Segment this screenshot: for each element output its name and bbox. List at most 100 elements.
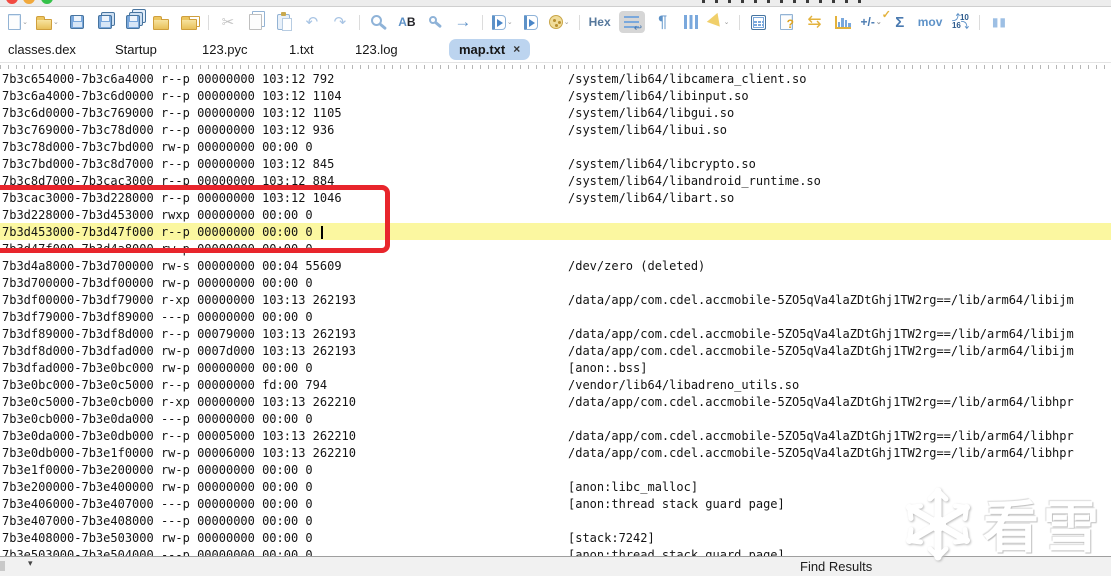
replace-button[interactable]: AB — [397, 11, 417, 33]
save-button[interactable] — [67, 11, 87, 33]
map-line-path: [anon:.bss] — [568, 360, 648, 375]
map-line[interactable]: 7b3cac3000-7b3d228000 r--p 00000000 103:… — [2, 189, 1111, 206]
map-line-path: [stack:7242] — [568, 530, 655, 545]
highlight-button[interactable]: ⌄ — [706, 11, 730, 33]
mov-button[interactable]: mov — [918, 11, 943, 33]
macro-play-icon — [491, 14, 506, 30]
base-convert-button[interactable]: ⤴10 16⤵ — [950, 11, 970, 33]
folder-stack-icon — [180, 15, 197, 30]
toolbar-separator — [738, 14, 740, 30]
map-line-path: /dev/zero (deleted) — [568, 258, 706, 273]
tab-123-pyc[interactable]: 123.pyc — [202, 39, 248, 60]
sum-button[interactable]: ✓ Σ — [882, 9, 910, 33]
toolbar-separator — [358, 14, 360, 30]
close-all-files-button[interactable] — [179, 11, 199, 33]
replace-icon: A — [398, 15, 407, 29]
map-line[interactable]: 7b3e407000-7b3e408000 ---p 00000000 00:0… — [2, 512, 1111, 529]
map-line[interactable]: 7b3d228000-7b3d453000 rwxp 00000000 00:0… — [2, 206, 1111, 223]
macro-play-button[interactable]: ⌄ — [491, 11, 513, 33]
scripts-button[interactable]: ⌄ — [548, 11, 570, 33]
map-line-path: /system/lib64/libinput.so — [568, 88, 749, 103]
show-invisibles-button[interactable]: ¶ — [653, 11, 673, 33]
map-line[interactable]: 7b3c78d000-7b3c7bd000 rw-p 00000000 00:0… — [2, 138, 1111, 155]
map-line[interactable]: 7b3e0cb000-7b3e0da000 ---p 00000000 00:0… — [2, 410, 1111, 427]
redo-button[interactable]: ↷ — [330, 11, 350, 33]
map-line-path: /vendor/lib64/libadreno_utils.so — [568, 377, 800, 392]
plus-minus-icon: +/- — [860, 15, 875, 29]
paste-button[interactable] — [274, 11, 294, 33]
map-line[interactable]: 7b3c7bd000-7b3c8d7000 r--p 00000000 103:… — [2, 155, 1111, 172]
column-mode-button[interactable] — [681, 11, 701, 33]
map-line[interactable]: 7b3d47f000-7b3d4a8000 rw-p 00000000 00:0… — [2, 240, 1111, 257]
scripts-icon — [548, 15, 563, 29]
map-line[interactable]: 7b3e200000-7b3e400000 rw-p 00000000 00:0… — [2, 478, 1111, 495]
map-line[interactable]: 7b3e503000-7b3e504000 ---p 00000000 00:0… — [2, 546, 1111, 557]
map-line-path: /system/lib64/libgui.so — [568, 105, 735, 120]
histogram-button[interactable] — [833, 11, 853, 33]
hex-mode-button[interactable]: Hex — [589, 11, 611, 33]
text-cursor — [320, 225, 323, 239]
map-line[interactable]: 7b3e0da000-7b3e0db000 r--p 00005000 103:… — [2, 427, 1111, 444]
map-line[interactable]: 7b3c8d7000-7b3cac3000 r--p 00000000 103:… — [2, 172, 1111, 189]
status-dropdown-icon[interactable]: ▾ — [28, 558, 33, 569]
open-file-button[interactable]: ⌄ — [36, 11, 59, 33]
map-line[interactable]: 7b3d700000-7b3df00000 rw-p 00000000 00:0… — [2, 274, 1111, 291]
find-in-files-button[interactable] — [425, 11, 445, 33]
map-line-path: /data/app/com.cdel.accmobile-5ZO5qVa4laZ… — [568, 292, 1074, 307]
calculator-button[interactable] — [749, 11, 769, 33]
close-window-button[interactable] — [6, 0, 18, 4]
save-as-button[interactable] — [95, 11, 115, 33]
map-line[interactable]: 7b3e1f0000-7b3e200000 rw-p 00000000 00:0… — [2, 461, 1111, 478]
tab-startup[interactable]: Startup — [115, 39, 157, 60]
tab-123-log[interactable]: 123.log — [355, 39, 398, 60]
map-line[interactable]: 7b3c6a4000-7b3c6d0000 r--p 00000000 103:… — [2, 87, 1111, 104]
map-line[interactable]: 7b3e0db000-7b3e1f0000 rw-p 00006000 103:… — [2, 444, 1111, 461]
map-line-path: /system/lib64/libart.so — [568, 190, 735, 205]
menu-bar-remnant — [702, 0, 862, 3]
map-line[interactable]: 7b3c654000-7b3c6a4000 r--p 00000000 103:… — [2, 70, 1111, 87]
map-line[interactable]: 7b3dfad000-7b3e0bc000 rw-p 00000000 00:0… — [2, 359, 1111, 376]
pause-button[interactable]: ▮▮ — [989, 11, 1009, 33]
check-icon: ✓ — [881, 9, 891, 21]
copy-button[interactable] — [246, 11, 266, 33]
map-line-path: /data/app/com.cdel.accmobile-5ZO5qVa4laZ… — [568, 445, 1074, 460]
pause-icon: ▮▮ — [991, 15, 1008, 29]
map-line[interactable]: 7b3c6d0000-7b3c769000 r--p 00000000 103:… — [2, 104, 1111, 121]
word-wrap-button[interactable] — [618, 11, 645, 34]
undo-button[interactable]: ↶ — [302, 11, 322, 33]
map-line[interactable]: 7b3d4a8000-7b3d700000 rw-s 00000000 00:0… — [2, 257, 1111, 274]
map-line[interactable]: 7b3d453000-7b3d47f000 r--p 00000000 00:0… — [0, 223, 1111, 240]
tab-map-txt[interactable]: map.txt × — [449, 39, 531, 60]
find-results-label[interactable]: Find Results — [800, 559, 872, 574]
map-line[interactable]: 7b3c769000-7b3c78d000 r--p 00000000 103:… — [2, 121, 1111, 138]
map-line[interactable]: 7b3df00000-7b3df79000 r-xp 00000000 103:… — [2, 291, 1111, 308]
minimize-window-button[interactable] — [23, 0, 35, 4]
redo-icon: ↷ — [333, 14, 347, 31]
close-tab-icon[interactable]: × — [513, 39, 520, 60]
map-line[interactable]: 7b3e0bc000-7b3e0c5000 r--p 00000000 fd:0… — [2, 376, 1111, 393]
cut-button[interactable]: ✂ — [218, 11, 238, 33]
find-button[interactable] — [369, 11, 389, 33]
compare-files-button[interactable]: ⇆ — [805, 11, 825, 33]
map-line[interactable]: 7b3e0c5000-7b3e0cb000 r-xp 00000000 103:… — [2, 393, 1111, 410]
map-line[interactable]: 7b3df8d000-7b3dfad000 rw-p 0007d000 103:… — [2, 342, 1111, 359]
map-line[interactable]: 7b3df79000-7b3df89000 ---p 00000000 00:0… — [2, 308, 1111, 325]
editor[interactable]: 7b3c654000-7b3c6a4000 r--p 00000000 103:… — [0, 70, 1111, 556]
increment-button[interactable]: +/- ⌄ — [861, 11, 882, 33]
map-line[interactable]: 7b3df89000-7b3df8d000 r--p 00079000 103:… — [2, 325, 1111, 342]
file-properties-button[interactable]: ? — [777, 11, 797, 33]
tab-classes-dex[interactable]: classes.dex — [8, 39, 76, 60]
close-file-button[interactable] — [151, 11, 171, 33]
map-line-path: /system/lib64/libcrypto.so — [568, 156, 756, 171]
new-file-button[interactable]: ⌄ — [8, 11, 28, 33]
tab-1-txt[interactable]: 1.txt — [289, 39, 314, 60]
map-line[interactable]: 7b3e406000-7b3e407000 ---p 00000000 00:0… — [2, 495, 1111, 512]
zoom-window-button[interactable] — [41, 0, 53, 4]
macro-record-button[interactable] — [521, 11, 541, 33]
goto-button[interactable]: → — [453, 11, 473, 33]
map-line[interactable]: 7b3e408000-7b3e503000 rw-p 00000000 00:0… — [2, 529, 1111, 546]
status-bar: ▾ Find Results — [0, 556, 1111, 576]
map-line-path: /system/lib64/libandroid_runtime.so — [568, 173, 821, 188]
save-all-icon — [125, 15, 140, 29]
save-all-button[interactable] — [123, 11, 143, 33]
